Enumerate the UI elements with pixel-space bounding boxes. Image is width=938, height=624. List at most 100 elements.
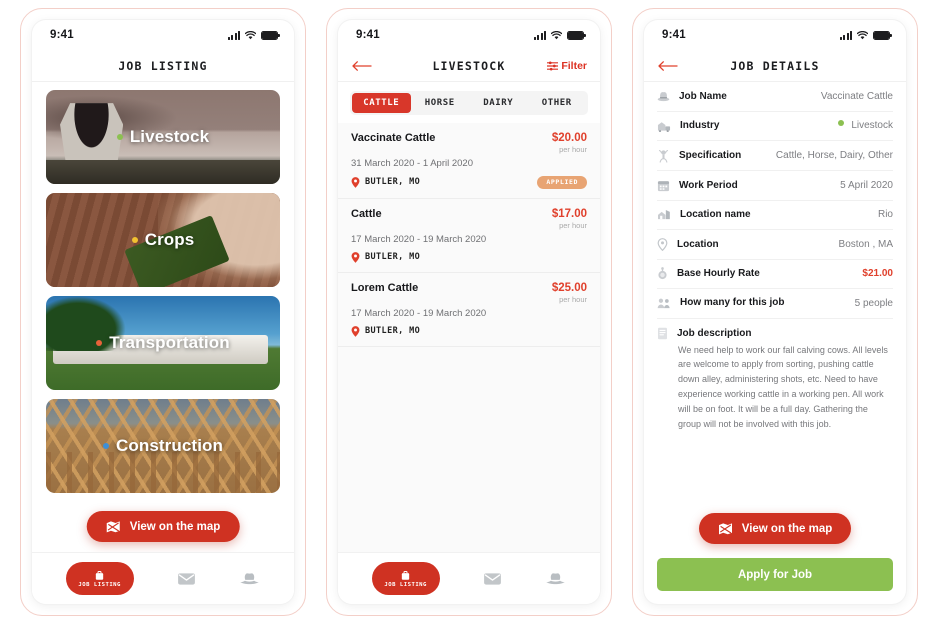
category-card-label-group: Construction xyxy=(103,436,223,456)
wifi-icon xyxy=(857,30,868,40)
detail-label: Job Name xyxy=(679,90,727,102)
pin-icon xyxy=(351,251,360,263)
job-price-value: $17.00 xyxy=(551,207,587,220)
category-card-construction[interactable]: Construction xyxy=(46,399,280,493)
wifi-icon xyxy=(245,30,256,40)
tab-job-listing[interactable]: JOB LISTING xyxy=(371,562,440,595)
detail-left: Location name xyxy=(657,208,751,220)
battery-icon xyxy=(873,30,892,40)
tab-profile[interactable] xyxy=(545,572,566,585)
job-rate-unit: per hour xyxy=(559,145,587,155)
detail-left: Base Hourly Rate xyxy=(657,267,760,280)
status-bar: 9:41 xyxy=(338,20,600,50)
category-label: Livestock xyxy=(129,127,210,146)
bottom-tab-bar: JOB LISTING xyxy=(32,552,294,604)
job-price: $25.00 per hour xyxy=(552,282,587,305)
barn-icon xyxy=(657,119,671,132)
detail-label: Specification xyxy=(679,150,742,161)
filter-label: Filter xyxy=(561,59,587,72)
status-icons xyxy=(840,30,892,40)
detail-value: Livestock xyxy=(837,119,893,133)
detail-label: Base Hourly Rate xyxy=(677,268,760,279)
category-dot-icon xyxy=(103,443,110,449)
detail-action-area: View on the map Apply for Job xyxy=(644,501,906,604)
detail-label: Industry xyxy=(680,120,720,131)
job-location-text: BUTLER, MO xyxy=(365,326,421,337)
job-location: BUTLER, MO xyxy=(351,325,421,337)
wifi-icon xyxy=(551,30,562,40)
detail-label: Location xyxy=(677,238,719,250)
phone-mockup-job-details: 9:41 JOB DETAILS Job Name Vaccinate Catt… xyxy=(632,8,918,616)
job-item-bottom: BUTLER, MO xyxy=(351,251,587,263)
segment-horse[interactable]: HORSE xyxy=(411,93,470,113)
hat-icon xyxy=(239,572,260,585)
category-dot-icon xyxy=(96,340,103,346)
tab-profile[interactable] xyxy=(239,572,260,585)
job-price-value: $20.00 xyxy=(551,132,587,144)
view-on-map-button[interactable]: View on the map xyxy=(698,513,852,544)
tab-messages[interactable] xyxy=(177,572,196,586)
segment-cattle[interactable]: CATTLE xyxy=(352,93,411,113)
mail-icon xyxy=(177,572,196,586)
job-price: $20.00 per hour xyxy=(552,132,587,155)
category-card-crops[interactable]: Crops xyxy=(46,193,280,287)
segmented-control: CATTLE HORSE DAIRY OTHER xyxy=(350,91,588,115)
category-card-transportation[interactable]: Transportation xyxy=(46,296,280,390)
detail-label: Work Period xyxy=(679,179,738,191)
job-location: BUTLER, MO xyxy=(351,176,421,188)
job-list-item[interactable]: Cattle $17.00 per hour 17 March 2020 - 1… xyxy=(338,198,600,273)
view-on-map-button[interactable]: View on the map xyxy=(86,511,240,542)
tab-job-listing-label: JOB LISTING xyxy=(384,581,427,588)
view-on-map-label: View on the map xyxy=(741,522,833,535)
job-description-text: We need help to work our fall calving co… xyxy=(678,344,888,429)
status-icons xyxy=(228,30,280,40)
battery-icon xyxy=(567,30,586,40)
job-title: Cattle xyxy=(351,207,382,220)
segment-dairy[interactable]: DAIRY xyxy=(469,93,528,113)
nav-bar: JOB DETAILS xyxy=(644,50,906,82)
category-card-label-group: Livestock xyxy=(116,127,210,147)
job-rate-unit: per hour xyxy=(559,294,587,304)
detail-left: Job Name xyxy=(657,90,727,103)
tab-messages[interactable] xyxy=(483,572,502,586)
phone-mockup-livestock-list: 9:41 LIVESTOCK Filter CATTLE HORSE DAIRY… xyxy=(326,8,612,616)
detail-left: Location xyxy=(657,237,719,251)
back-button[interactable] xyxy=(352,60,372,71)
detail-left: Specification xyxy=(657,149,741,163)
category-dot-icon xyxy=(116,134,123,140)
detail-left: Work Period xyxy=(657,179,738,192)
category-card-label-group: Crops xyxy=(131,230,195,250)
category-card-livestock[interactable]: Livestock xyxy=(46,90,280,184)
tab-job-listing[interactable]: JOB LISTING xyxy=(65,562,134,595)
detail-row-location-name: Location name Rio xyxy=(657,201,893,230)
apply-for-job-button[interactable]: Apply for Job xyxy=(657,558,893,591)
pin-icon xyxy=(657,237,668,251)
detail-label: Location name xyxy=(680,208,751,220)
job-location-text: BUTLER, MO xyxy=(365,252,421,263)
filter-icon xyxy=(547,60,559,71)
job-list: Vaccinate Cattle $20.00 per hour 31 Marc… xyxy=(338,123,600,552)
phone-mockup-job-listing: 9:41 JOB LISTING Livestock Crops Transpo… xyxy=(20,8,306,616)
hat-icon xyxy=(545,572,566,585)
job-list-item[interactable]: Vaccinate Cattle $20.00 per hour 31 Marc… xyxy=(338,123,600,199)
people-icon xyxy=(657,297,671,309)
detail-row-work-period: Work Period 5 April 2020 xyxy=(657,171,893,201)
job-title: Lorem Cattle xyxy=(351,281,419,294)
job-location-text: BUTLER, MO xyxy=(365,177,421,188)
category-card-label-group: Transportation xyxy=(96,333,230,353)
map-icon xyxy=(106,520,121,534)
job-item-top: Lorem Cattle $25.00 per hour xyxy=(351,282,587,305)
job-item-bottom: BUTLER, MO APPLIED xyxy=(351,175,587,189)
filter-button[interactable]: Filter xyxy=(547,60,587,72)
job-list-item[interactable]: Lorem Cattle $25.00 per hour 17 March 20… xyxy=(338,272,600,347)
category-card-list: Livestock Crops Transportation Construct… xyxy=(32,82,294,552)
bottom-tab-bar: JOB LISTING xyxy=(338,552,600,604)
back-button[interactable] xyxy=(658,60,678,71)
status-icons xyxy=(534,30,586,40)
hat-icon xyxy=(657,90,670,103)
job-description-label: Job description xyxy=(677,327,752,339)
tab-job-listing-label: JOB LISTING xyxy=(78,581,121,588)
segment-other[interactable]: OTHER xyxy=(528,93,587,113)
status-bar: 9:41 xyxy=(644,20,906,50)
job-price-value: $25.00 xyxy=(551,281,587,294)
